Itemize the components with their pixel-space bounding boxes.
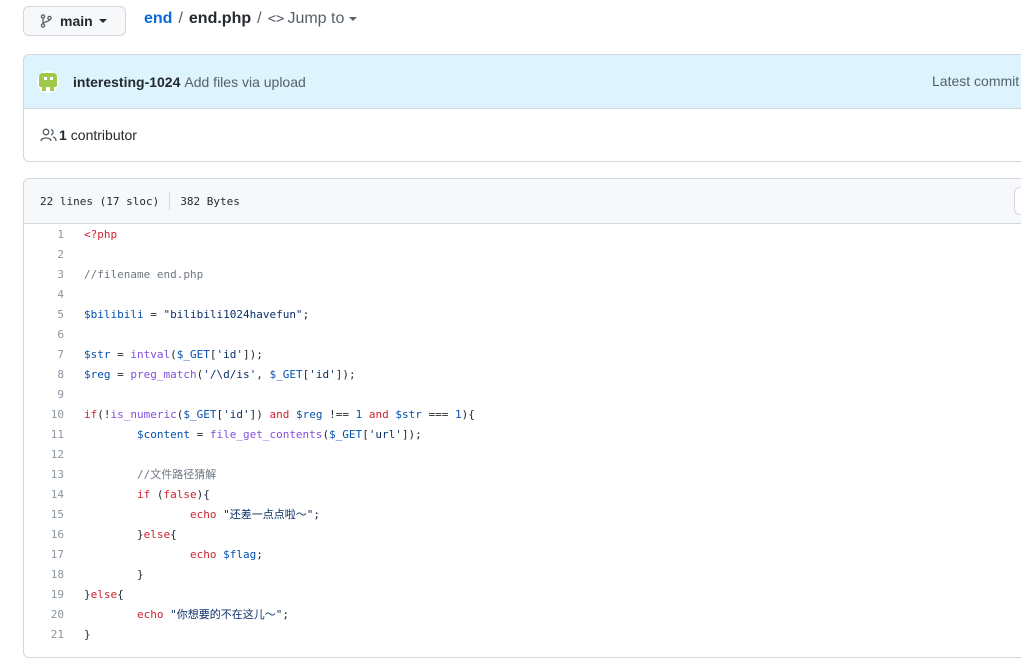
line-number[interactable]: 1 bbox=[24, 228, 64, 241]
file-header: 22 lines (17 sloc) 382 Bytes bbox=[24, 179, 1021, 224]
branch-select-button[interactable]: main bbox=[23, 6, 126, 36]
file-line-count: 22 lines (17 sloc) bbox=[40, 194, 160, 208]
latest-commit-bar: interesting-1024 Add files via upload La… bbox=[24, 55, 1021, 109]
line-number[interactable]: 2 bbox=[24, 248, 64, 261]
jump-to-label: Jump to bbox=[287, 10, 345, 27]
code-icon: <> bbox=[267, 11, 285, 27]
line-number[interactable]: 8 bbox=[24, 368, 64, 381]
code-text: }else{ bbox=[84, 587, 124, 601]
line-number[interactable]: 16 bbox=[24, 528, 64, 541]
code-line: 11 $content = file_get_contents($_GET['u… bbox=[24, 424, 1021, 444]
code-text: } bbox=[84, 567, 144, 581]
contributor-label[interactable]: contributor bbox=[71, 127, 137, 143]
line-number[interactable]: 9 bbox=[24, 388, 64, 401]
code-text: $content = file_get_contents($_GET['url'… bbox=[136, 427, 422, 441]
code-text: if(!is_numeric($_GET['id']) and $reg !==… bbox=[84, 407, 475, 421]
line-number[interactable]: 13 bbox=[24, 468, 64, 481]
file-viewer: 22 lines (17 sloc) 382 Bytes 1 <?php 2 3 //f… bbox=[23, 178, 1021, 658]
commit-message-link[interactable]: Add files via upload bbox=[184, 74, 305, 90]
line-number[interactable]: 15 bbox=[24, 508, 64, 521]
code-text: //filename end.php bbox=[84, 267, 204, 281]
code-line: 10 if(!is_numeric($_GET['id']) and $reg !… bbox=[24, 404, 1021, 424]
code-text: $reg = preg_match('/\d/is', $_GET['id'])… bbox=[84, 367, 356, 381]
branch-label: main bbox=[60, 13, 93, 29]
code-line: 5 $bilibili = "bilibili1024havefun"; bbox=[24, 304, 1021, 324]
code-line: 15 echo "还差一点点啦～"; bbox=[24, 504, 1021, 524]
code-line: 1 <?php bbox=[24, 224, 1021, 244]
line-number[interactable]: 11 bbox=[24, 428, 64, 441]
code-line: 9 bbox=[24, 384, 1021, 404]
breadcrumb-file: end.php bbox=[188, 10, 252, 27]
file-size: 382 Bytes bbox=[180, 194, 240, 208]
chevron-down-icon bbox=[98, 19, 107, 23]
line-number[interactable]: 3 bbox=[24, 268, 64, 281]
code-text: //文件路径猜解 bbox=[84, 468, 217, 481]
line-number[interactable]: 17 bbox=[24, 548, 64, 561]
code-text: if (false){ bbox=[136, 487, 210, 501]
code-line: 7 $str = intval($_GET['id']); bbox=[24, 344, 1021, 364]
code-line: 14 if (false){ bbox=[24, 484, 1021, 504]
raw-button[interactable] bbox=[1014, 187, 1021, 215]
line-number[interactable]: 12 bbox=[24, 448, 64, 461]
code-line: 3 //filename end.php bbox=[24, 264, 1021, 284]
line-number[interactable]: 10 bbox=[24, 408, 64, 421]
code-view: 1 <?php 2 3 //filename end.php 4 5 $bilibili = … bbox=[24, 224, 1021, 644]
code-line: 12 bbox=[24, 444, 1021, 464]
avatar[interactable] bbox=[37, 70, 59, 93]
breadcrumb-repo-link[interactable]: end bbox=[144, 10, 172, 28]
code-text: echo "还差一点点啦～"; bbox=[189, 508, 320, 521]
line-number[interactable]: 7 bbox=[24, 348, 64, 361]
code-text: $str = intval($_GET['id']); bbox=[84, 347, 263, 361]
breadcrumb: end / end.php / <> Jump to bbox=[144, 8, 358, 30]
code-line: 18 } bbox=[24, 564, 1021, 584]
line-number[interactable]: 6 bbox=[24, 328, 64, 341]
jump-to-button[interactable]: <> Jump to bbox=[268, 10, 358, 28]
code-line: 2 bbox=[24, 244, 1021, 264]
code-line: 21} bbox=[24, 624, 1021, 644]
git-branch-icon bbox=[40, 14, 52, 28]
code-line: 17 echo $flag; bbox=[24, 544, 1021, 564]
divider bbox=[169, 192, 171, 210]
breadcrumb-separator: / bbox=[178, 10, 183, 27]
line-number[interactable]: 18 bbox=[24, 568, 64, 581]
code-line: 8 $reg = preg_match('/\d/is', $_GET['id']… bbox=[24, 364, 1021, 384]
breadcrumb-separator: / bbox=[257, 10, 262, 27]
code-line: 13 //文件路径猜解 bbox=[24, 464, 1021, 484]
line-number[interactable]: 5 bbox=[24, 308, 64, 321]
commit-box: interesting-1024 Add files via upload La… bbox=[23, 54, 1021, 162]
code-line: 16 }else{ bbox=[24, 524, 1021, 544]
line-number[interactable]: 20 bbox=[24, 608, 64, 621]
code-text: <?php bbox=[84, 227, 118, 241]
code-text: } bbox=[84, 627, 91, 641]
code-line: 19 }else{ bbox=[24, 584, 1021, 604]
commit-author-link[interactable]: interesting-1024 bbox=[73, 74, 180, 90]
code-text: $bilibili = "bilibili1024havefun"; bbox=[84, 307, 310, 321]
code-text: }else{ bbox=[84, 527, 177, 541]
latest-commit-link[interactable]: Latest commit bbox=[932, 73, 1019, 89]
line-number[interactable]: 14 bbox=[24, 488, 64, 501]
people-icon bbox=[40, 128, 57, 142]
code-text: echo $flag; bbox=[189, 547, 263, 561]
chevron-down-icon bbox=[349, 17, 358, 21]
line-number[interactable]: 21 bbox=[24, 628, 64, 641]
code-line: 6 bbox=[24, 324, 1021, 344]
code-line: 4 bbox=[24, 284, 1021, 304]
line-number[interactable]: 4 bbox=[24, 288, 64, 301]
line-number[interactable]: 19 bbox=[24, 588, 64, 601]
code-text: echo "你想要的不在这儿～"; bbox=[136, 608, 289, 621]
contributor-count: 1 bbox=[59, 127, 67, 143]
code-line: 20 echo "你想要的不在这儿～"; bbox=[24, 604, 1021, 624]
contributors-row: 1 contributor bbox=[24, 109, 1021, 161]
